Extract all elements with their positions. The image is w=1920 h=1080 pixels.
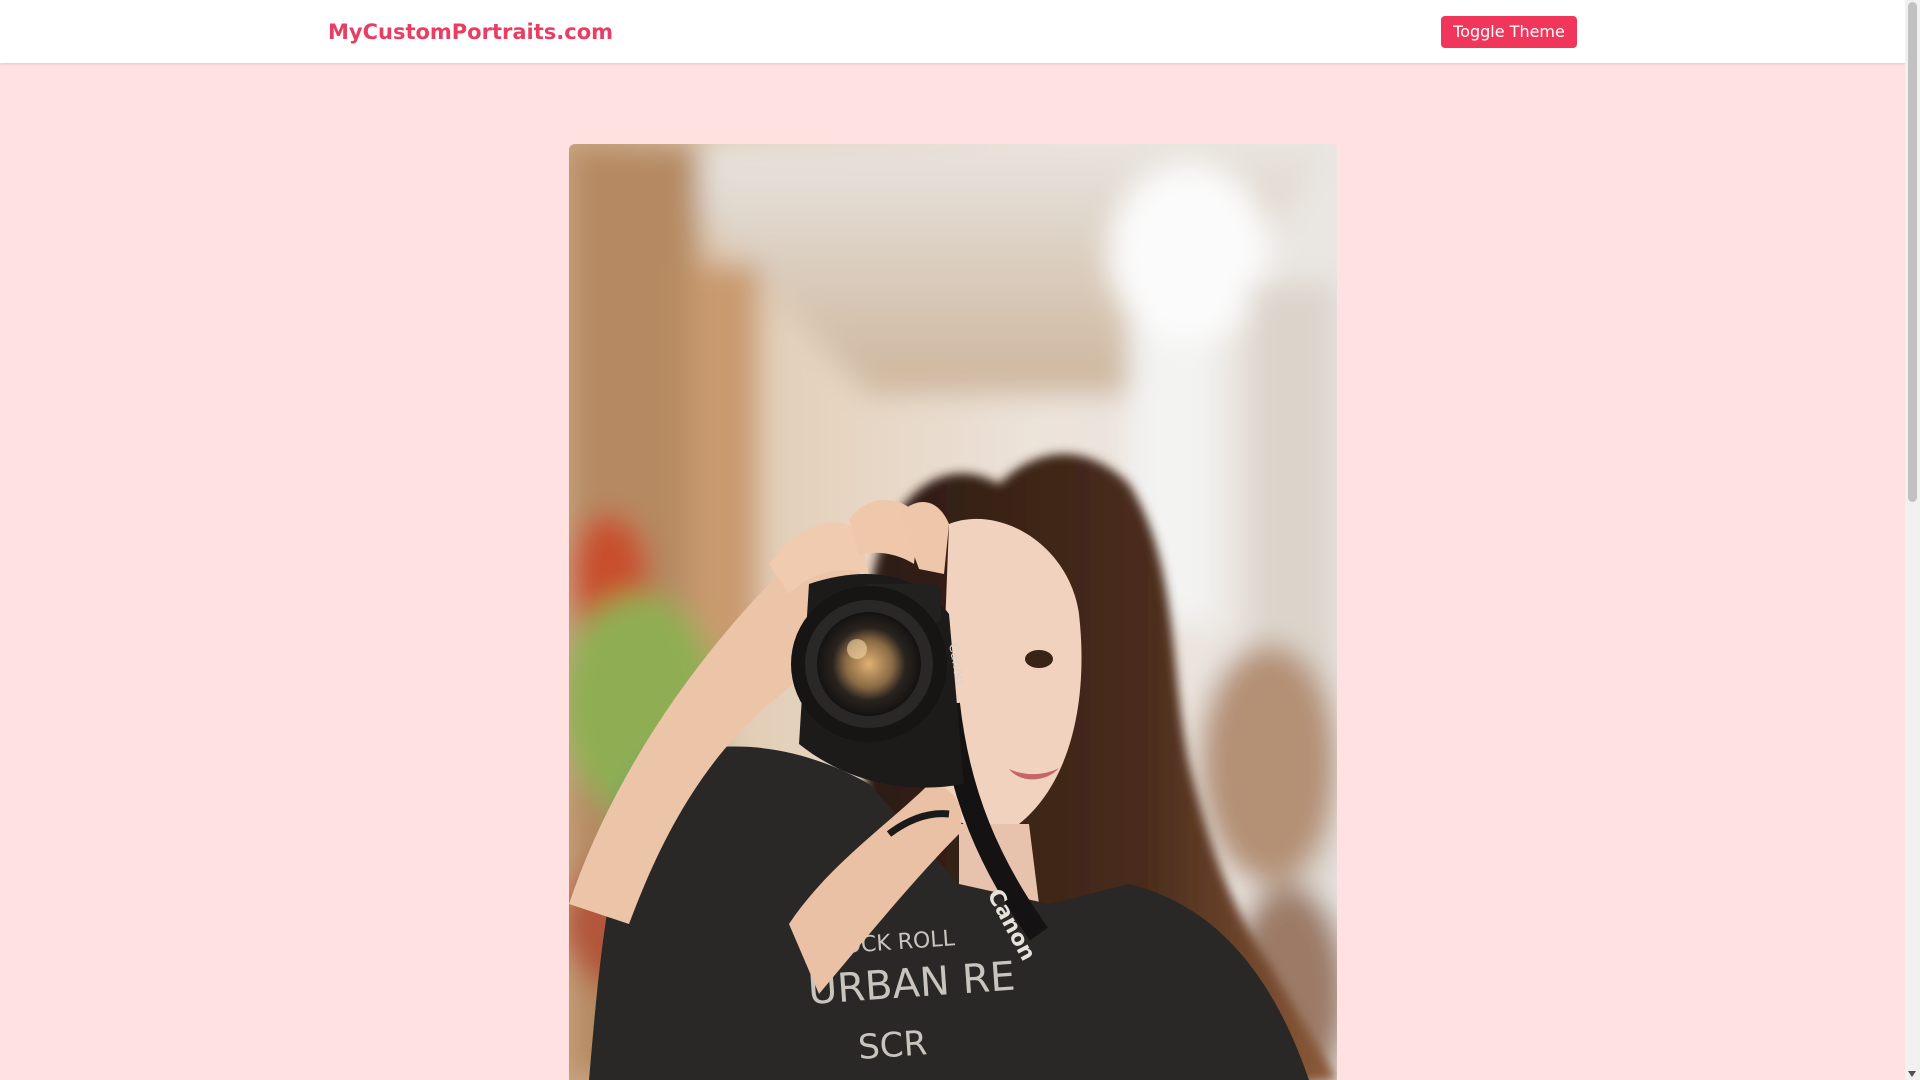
main-content: ROCK ROLL URBAN RE SCR Canon Canon xyxy=(0,63,1905,1080)
toggle-theme-button[interactable]: Toggle Theme xyxy=(1441,16,1577,48)
scroll-down-arrow-icon[interactable] xyxy=(1908,1071,1916,1077)
portrait-illustration: ROCK ROLL URBAN RE SCR Canon Canon xyxy=(569,144,1337,1080)
site-brand-link[interactable]: MyCustomPortraits.com xyxy=(328,18,613,46)
scrollbar-thumb[interactable] xyxy=(1908,2,1917,502)
hero-portrait-image: ROCK ROLL URBAN RE SCR Canon Canon xyxy=(569,144,1337,1080)
page-scrollbar[interactable] xyxy=(1905,0,1920,1080)
navbar: MyCustomPortraits.com Toggle Theme xyxy=(0,0,1905,63)
shirt-print-text-3: SCR xyxy=(857,1023,929,1068)
